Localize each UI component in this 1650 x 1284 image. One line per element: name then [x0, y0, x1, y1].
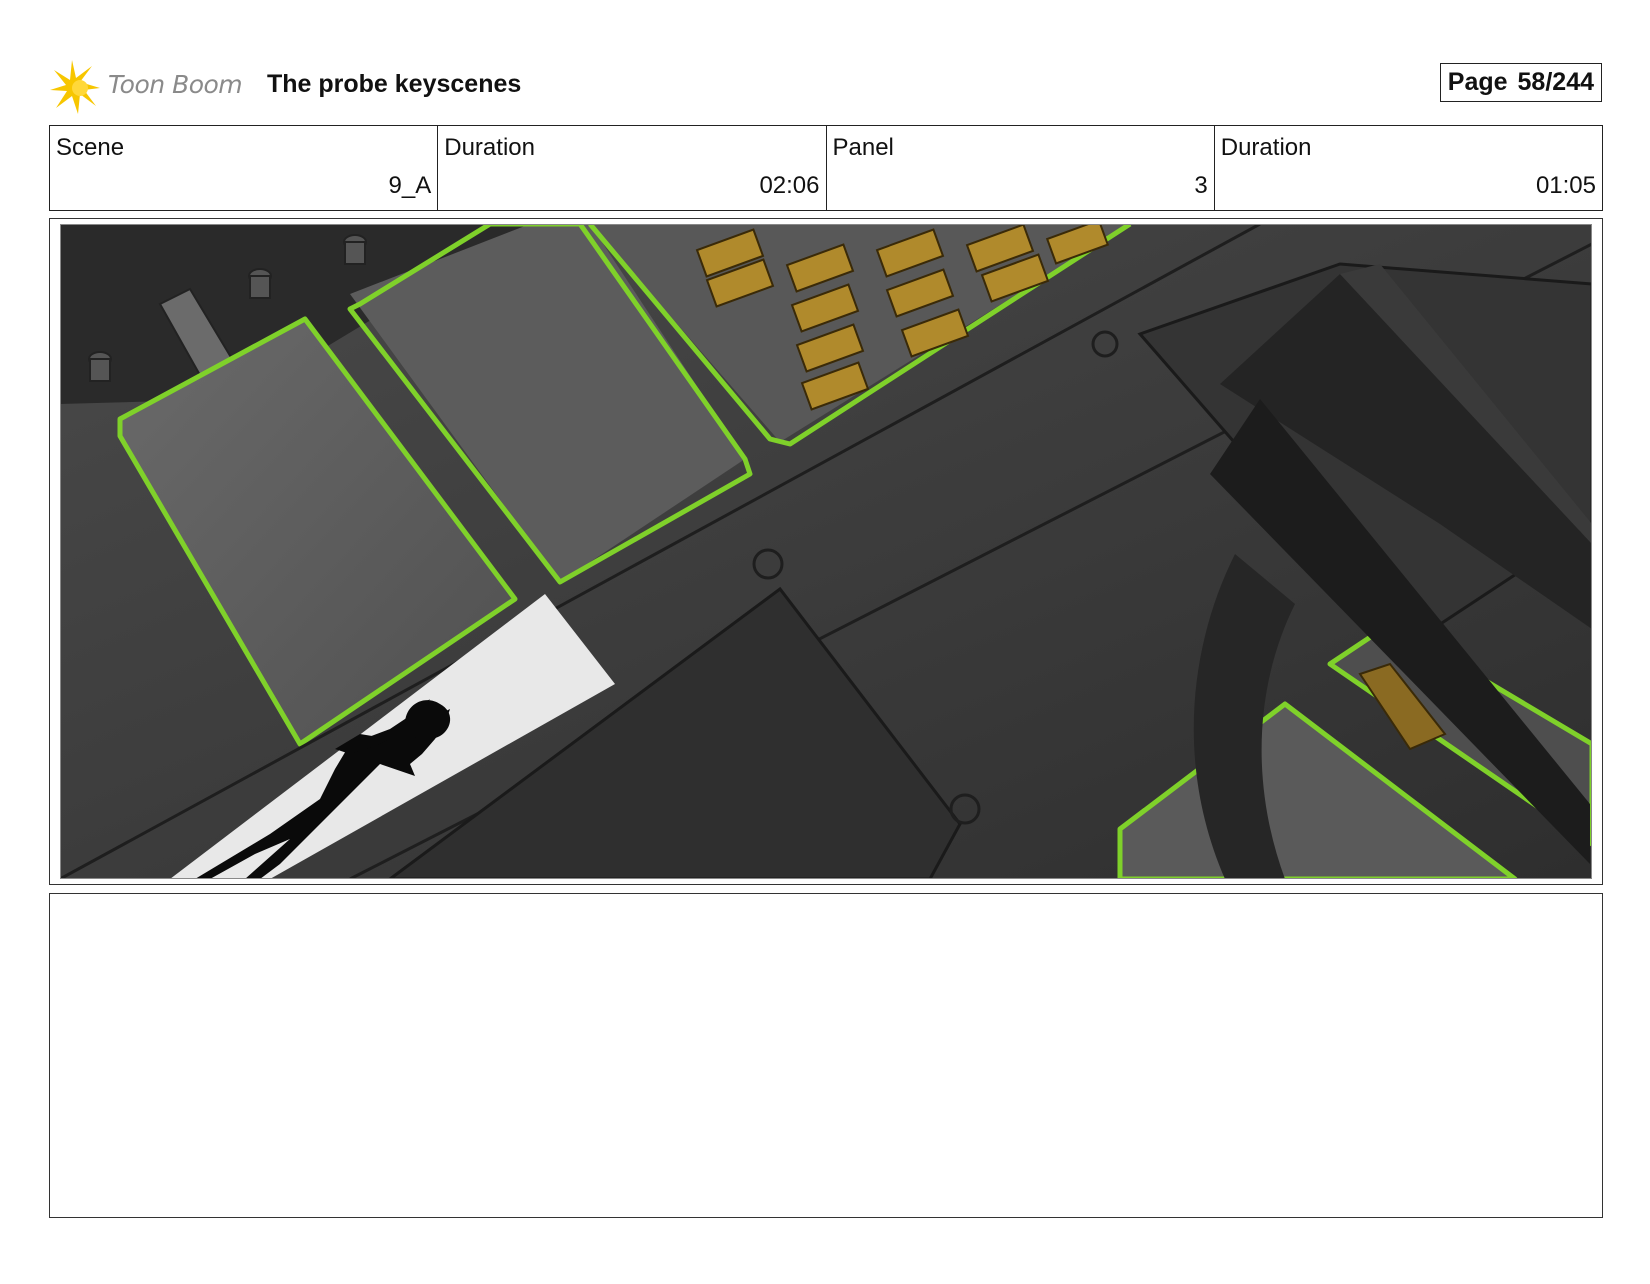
starburst-icon [50, 60, 100, 114]
panel-label: Panel [832, 134, 894, 161]
toon-boom-logo: Toon Boom [50, 58, 250, 114]
panel-duration-value: 01:05 [1535, 172, 1596, 199]
panel-value: 3 [1194, 172, 1208, 199]
scene-duration-label: Duration [444, 134, 535, 161]
page-label: Page [1447, 68, 1508, 96]
page-header: Toon Boom The probe keyscenes Page 58/244 [50, 58, 1602, 114]
brand-name: Toon Boom [108, 70, 243, 99]
panel-notes-box[interactable] [49, 893, 1603, 1218]
page-number: 58/244 [1517, 68, 1594, 96]
panel-duration-cell: Duration 01:05 [1215, 126, 1602, 210]
scene-cell: Scene 9_A [50, 126, 439, 210]
panel-artwork [60, 224, 1592, 879]
page-indicator: Page 58/244 [1439, 63, 1602, 102]
scene-info-table: Scene 9_A Duration 02:06 Panel 3 Duratio… [49, 125, 1603, 211]
scene-duration-cell: Duration 02:06 [438, 126, 827, 210]
storyboard-panel [49, 218, 1603, 885]
scene-value: 9_A [388, 172, 432, 199]
document-title: The probe keyscenes [267, 70, 522, 98]
scene-label: Scene [56, 134, 125, 161]
panel-duration-label: Duration [1220, 134, 1312, 161]
panel-cell: Panel 3 [827, 126, 1215, 210]
scene-duration-value: 02:06 [759, 172, 820, 199]
